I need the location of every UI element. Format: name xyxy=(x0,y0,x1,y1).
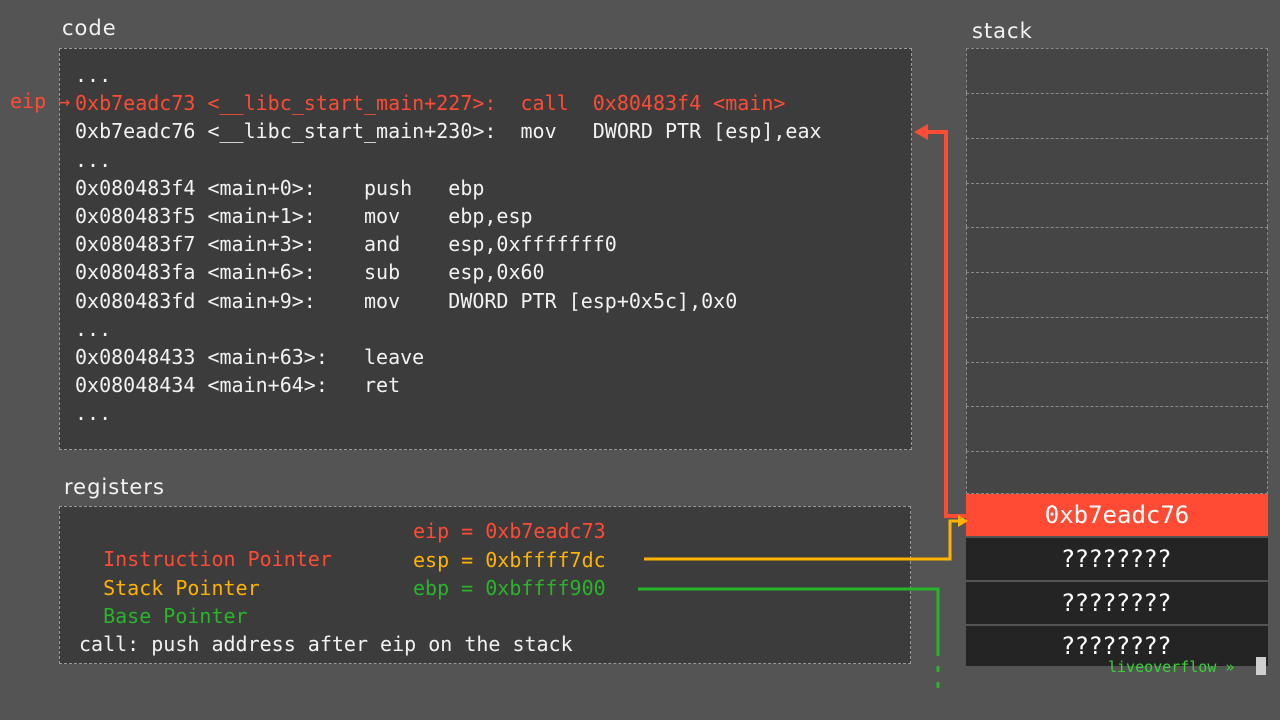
liveoverflow-watermark: liveoverflow » xyxy=(1108,658,1235,676)
terminal-cursor xyxy=(1256,657,1266,675)
esp-arrow xyxy=(644,519,962,561)
ebp-arrow xyxy=(638,587,940,650)
return-address-arrow xyxy=(926,130,966,518)
pointer-arrows xyxy=(638,124,968,690)
return-address-arrowhead xyxy=(914,124,928,140)
